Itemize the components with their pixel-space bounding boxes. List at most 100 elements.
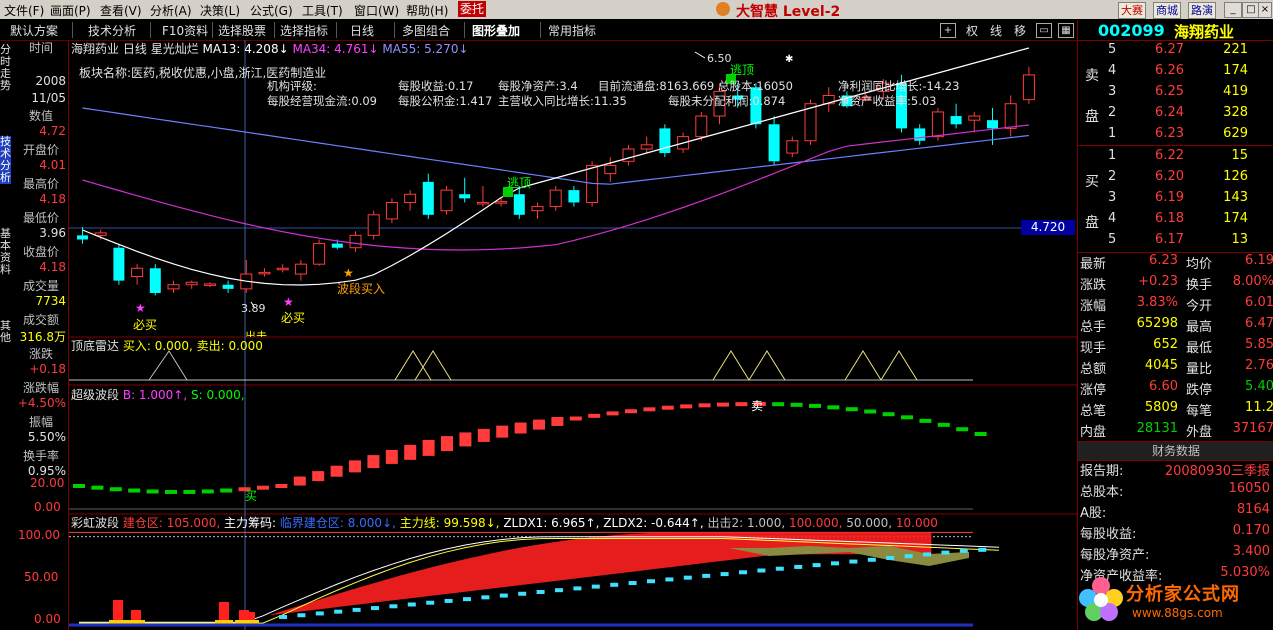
toolbar-select-stock[interactable]: 选择股票 [218,22,266,39]
close-icon[interactable]: × [1258,2,1272,18]
toolbar-rights[interactable]: 权 [966,22,978,39]
toolbar-move[interactable]: 移 [1014,22,1026,39]
menu-window[interactable]: 窗口(W) [354,2,399,19]
band-bar [772,402,785,407]
band-bar [901,415,913,420]
right-quote-panel: 002099 海翔药业 卖 盘 5 6.27 221 4 6.26 174 3 6.25 419… [1077,20,1273,630]
ask-level: 4 [1108,63,1117,78]
tag-roadshow[interactable]: 路演 [1188,2,1216,19]
rainbow-cyan-dash [371,606,379,611]
rainbow-cyan-dash [315,611,324,616]
crosshair-icon[interactable]: + [940,23,956,38]
band-bar [385,449,398,464]
rainbow-cyan-dash [499,593,508,598]
menu-formula[interactable]: 公式(G) [250,2,293,19]
toolbar-overlay[interactable]: 图形叠加 [472,22,520,39]
high-price-label: 6.50 [707,52,732,65]
ask-price: 6.25 [1155,84,1184,99]
ask-book: 卖 盘 5 6.27 221 4 6.26 174 3 6.25 419 2 6.24 328 1 6.2… [1078,40,1273,146]
toolbar-f10[interactable]: F10资料 [162,22,208,39]
rainbow-cyan-dash [628,581,637,586]
rainbow-cyan-dash [389,604,398,609]
stat-value: 4045 [1144,358,1178,373]
rainbow-cyan-dash [463,597,471,602]
ask-level: 2 [1108,105,1117,120]
candle-body [968,115,981,121]
stat-value: 6.47 [1245,316,1273,331]
toolbar-tech-analysis[interactable]: 技术分析 [88,22,136,39]
ma13-label: MA13: 4.208↓ [202,42,289,56]
stat-value: 6.01 [1245,295,1273,310]
tab-intraday[interactable]: 分时走势 [0,44,11,92]
trade-order-button[interactable]: 委托 [458,1,486,17]
band-bar [91,485,104,490]
toolbar-line[interactable]: 线 [990,22,1002,39]
label-turnover: 换手率 [22,449,59,463]
ask-label-2: 盘 [1085,109,1099,125]
fin-label: A股: [1080,506,1107,521]
menu-file[interactable]: 文件(F) [4,2,44,19]
rainbow-cyan-dash [352,607,361,612]
band-bar [330,465,343,477]
candle-body [531,206,544,212]
panel-icon[interactable]: ▭ [1036,23,1052,38]
grid-icon[interactable]: ▦ [1058,23,1074,38]
band-bar [698,403,711,408]
tab-basic-info[interactable]: 基本资料 [0,228,11,276]
menu-analysis[interactable]: 分析(A) [150,2,192,19]
tab-tech-analysis[interactable]: 技术分析 [0,136,11,184]
stat-value: 5.40 [1245,379,1273,394]
rainbow-cyan-dash [279,615,287,620]
fin-label: 每股收益: [1080,527,1137,542]
stat-label: 最高 [1186,320,1213,335]
annotation-band-buy: 波段买入 [337,282,386,296]
rainbow-cyan-dash [481,595,490,600]
minimize-icon[interactable]: _ [1224,2,1242,18]
candle-body [222,284,234,289]
stat-label: 涨跌 [1080,278,1107,293]
stat-value: 6.19 [1245,253,1273,268]
toolbar-divider [394,22,395,38]
tag-mall[interactable]: 商城 [1153,2,1181,19]
stock-name: 海翔药业 [1174,23,1235,41]
toolbar-multi-chart[interactable]: 多图组合 [402,22,450,39]
toolbar-select-indicator[interactable]: 选择指标 [280,22,328,39]
menu-help[interactable]: 帮助(H) [406,2,448,19]
annotation-must-buy-1: 必买 [133,318,158,332]
value-date: 11/05 [31,91,66,105]
fin-value: 3.400 [1232,544,1270,559]
tag-contest[interactable]: 大赛 [1118,2,1146,19]
menu-view-page[interactable]: 画面(P) [50,2,91,19]
stat-label: 跌停 [1186,383,1213,398]
value-value: 4.72 [39,124,66,138]
candle-body [1004,103,1017,129]
menu-tools[interactable]: 工具(T) [302,2,343,19]
toolbar-daily[interactable]: 日线 [350,22,374,39]
candle-body [459,194,471,199]
value-high: 4.18 [39,192,66,206]
rainbow-cyan-dash [812,563,821,568]
toolbar: 默认方案 技术分析 F10资料 选择股票 选择指标 日线 多图组合 图形叠加 常… [0,20,1077,41]
tab-other[interactable]: 其他 [0,320,11,344]
candle-body [167,284,180,290]
toolbar-default-scheme[interactable]: 默认方案 [10,22,58,39]
radar-triangle [844,350,882,381]
menu-decision[interactable]: 决策(L) [200,2,240,19]
stat-value: 6.23 [1149,253,1178,268]
bid-level: 3 [1108,190,1117,205]
bid-price: 6.19 [1155,190,1184,205]
toolbar-common-indicators[interactable]: 常用指标 [548,22,596,39]
band-s: S: 0.000, [190,388,245,402]
stat-label: 总笔 [1080,404,1107,419]
kline-chart-svg[interactable]: ★ ★ ★ ✱ [69,40,1077,630]
band-bar [220,488,233,493]
radar-triangle [880,350,918,381]
menu-view[interactable]: 查看(V) [100,2,142,19]
bid-level: 5 [1108,232,1117,247]
ask-price: 6.24 [1155,105,1184,120]
toolbar-divider [336,22,337,38]
quote-stats: 最新 6.23 均价 6.19 涨跌 +0.23 换手 8.00% 涨幅 3.83% 今开 6.01 总… [1078,253,1273,441]
chart-area[interactable]: ★ ★ ★ ✱ 海翔药业 日线 星光灿烂 MA13: 4.208↓ MA34: 4.7… [69,40,1077,630]
candle-body [422,181,434,215]
label-amplitude: 振幅 [28,415,53,429]
